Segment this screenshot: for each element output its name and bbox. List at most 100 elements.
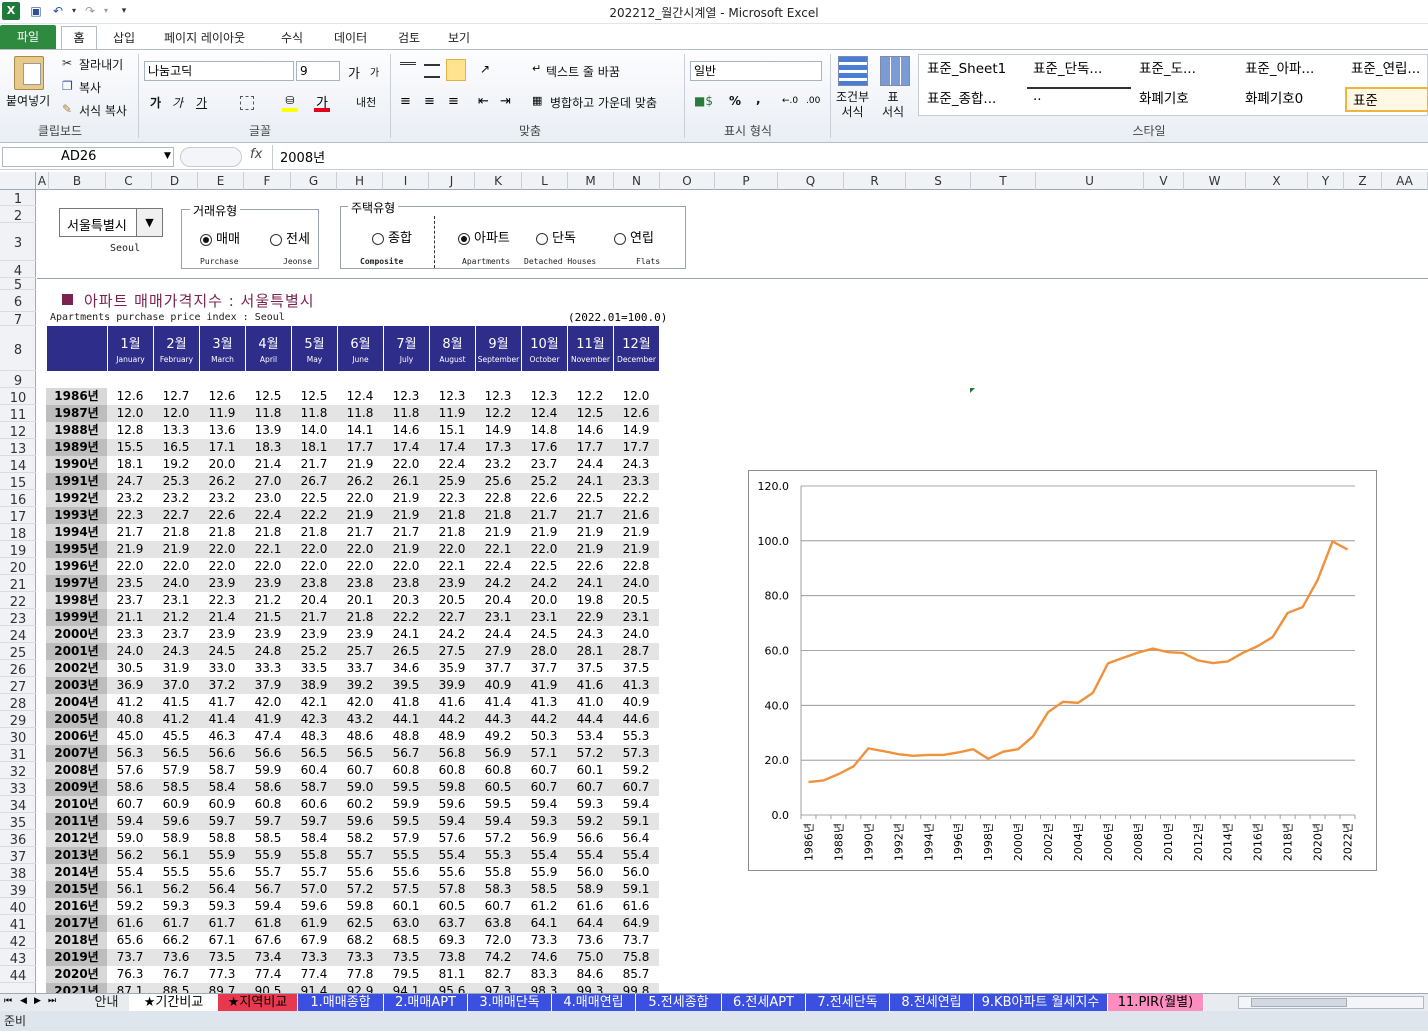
- value-cell[interactable]: 17.7: [613, 439, 659, 456]
- value-cell[interactable]: 12.4: [337, 388, 383, 405]
- phonetic-button[interactable]: 내천: [356, 94, 376, 110]
- conditional-formatting-button[interactable]: 조건부 서식: [836, 90, 869, 120]
- value-cell[interactable]: 64.4: [567, 915, 613, 932]
- value-cell[interactable]: 21.5: [245, 609, 291, 626]
- value-cell[interactable]: 23.9: [429, 575, 475, 592]
- value-cell[interactable]: 20.5: [613, 592, 659, 609]
- value-cell[interactable]: 18.1: [107, 456, 153, 473]
- number-format-combo[interactable]: 일반: [690, 61, 822, 81]
- paste-icon[interactable]: [14, 56, 44, 90]
- value-cell[interactable]: 50.3: [521, 728, 567, 745]
- select-all-corner[interactable]: [0, 172, 36, 190]
- value-cell[interactable]: 25.7: [337, 643, 383, 660]
- name-box-dropdown-icon[interactable]: ▼: [164, 151, 171, 161]
- column-header[interactable]: Y: [1308, 172, 1344, 190]
- value-cell[interactable]: 22.4: [245, 507, 291, 524]
- value-cell[interactable]: 48.8: [383, 728, 429, 745]
- style-item[interactable]: 화폐기호0: [1239, 87, 1343, 112]
- value-cell[interactable]: 48.9: [429, 728, 475, 745]
- value-cell[interactable]: 23.9: [199, 626, 245, 643]
- value-cell[interactable]: 57.2: [567, 745, 613, 762]
- value-cell[interactable]: 59.3: [199, 898, 245, 915]
- value-cell[interactable]: 59.2: [567, 813, 613, 830]
- value-cell[interactable]: 21.2: [153, 609, 199, 626]
- value-cell[interactable]: 12.2: [567, 388, 613, 405]
- value-cell[interactable]: 24.3: [613, 456, 659, 473]
- value-cell[interactable]: 57.6: [107, 762, 153, 779]
- value-cell[interactable]: 77.4: [245, 966, 291, 983]
- value-cell[interactable]: 22.0: [429, 541, 475, 558]
- value-cell[interactable]: 20.4: [475, 592, 521, 609]
- value-cell[interactable]: 45.0: [107, 728, 153, 745]
- border-icon[interactable]: [240, 96, 254, 110]
- row-header[interactable]: 5: [0, 278, 36, 293]
- value-cell[interactable]: 55.9: [521, 864, 567, 881]
- value-cell[interactable]: 69.3: [429, 932, 475, 949]
- value-cell[interactable]: 55.6: [199, 864, 245, 881]
- column-header[interactable]: L: [522, 172, 568, 190]
- year-cell[interactable]: 2019년: [46, 949, 107, 966]
- value-cell[interactable]: 22.0: [521, 541, 567, 558]
- value-cell[interactable]: 59.0: [337, 779, 383, 796]
- column-header[interactable]: Z: [1344, 172, 1382, 190]
- value-cell[interactable]: 37.5: [567, 660, 613, 677]
- sheet-tab[interactable]: ★기간비교: [130, 994, 218, 1011]
- value-cell[interactable]: 21.7: [567, 507, 613, 524]
- value-cell[interactable]: 57.0: [291, 881, 337, 898]
- align-middle-icon[interactable]: [424, 64, 440, 78]
- value-cell[interactable]: 57.6: [429, 830, 475, 847]
- sheet-tab[interactable]: 5.전세종합: [636, 994, 722, 1011]
- column-header[interactable]: H: [337, 172, 383, 190]
- value-cell[interactable]: 59.3: [153, 898, 199, 915]
- value-cell[interactable]: 24.0: [613, 626, 659, 643]
- sheet-tab[interactable]: 4.매매연립: [552, 994, 636, 1011]
- value-cell[interactable]: 60.8: [429, 762, 475, 779]
- merge-center-button[interactable]: 병합하고 가운데 맞춤: [550, 94, 657, 111]
- value-cell[interactable]: 24.3: [153, 643, 199, 660]
- value-cell[interactable]: 44.6: [613, 711, 659, 728]
- value-cell[interactable]: 23.1: [613, 609, 659, 626]
- cut-button[interactable]: 잘라내기: [79, 56, 123, 73]
- value-cell[interactable]: 22.0: [291, 558, 337, 575]
- value-cell[interactable]: 19.8: [567, 592, 613, 609]
- region-dropdown[interactable]: 서울특별시 ▼: [59, 208, 163, 237]
- value-cell[interactable]: 11.8: [337, 405, 383, 422]
- value-cell[interactable]: 74.6: [521, 949, 567, 966]
- value-cell[interactable]: 41.0: [567, 694, 613, 711]
- value-cell[interactable]: 21.7: [291, 609, 337, 626]
- align-bottom-icon[interactable]: [446, 59, 466, 81]
- value-cell[interactable]: 60.8: [383, 762, 429, 779]
- value-cell[interactable]: 59.6: [337, 813, 383, 830]
- decrease-indent-icon[interactable]: ⇤: [478, 94, 489, 109]
- value-cell[interactable]: 11.9: [199, 405, 245, 422]
- value-cell[interactable]: 21.9: [153, 541, 199, 558]
- value-cell[interactable]: 56.9: [521, 830, 567, 847]
- column-header[interactable]: S: [906, 172, 971, 190]
- value-cell[interactable]: 24.4: [567, 456, 613, 473]
- value-cell[interactable]: 59.5: [475, 796, 521, 813]
- value-cell[interactable]: 58.3: [475, 881, 521, 898]
- tab-formulas[interactable]: 수식: [269, 27, 315, 49]
- column-header[interactable]: C: [106, 172, 152, 190]
- year-cell[interactable]: 2018년: [46, 932, 107, 949]
- value-cell[interactable]: 81.1: [429, 966, 475, 983]
- value-cell[interactable]: 61.6: [613, 898, 659, 915]
- value-cell[interactable]: 55.8: [291, 847, 337, 864]
- value-cell[interactable]: 24.0: [107, 643, 153, 660]
- year-cell[interactable]: 1989년: [46, 439, 107, 456]
- value-cell[interactable]: 23.1: [153, 592, 199, 609]
- value-cell[interactable]: 21.9: [383, 541, 429, 558]
- sheet-nav-last-icon[interactable]: ⏭: [48, 996, 56, 1006]
- value-cell[interactable]: 57.2: [475, 830, 521, 847]
- year-cell[interactable]: 1987년: [46, 405, 107, 422]
- tab-view[interactable]: 보기: [436, 27, 482, 49]
- value-cell[interactable]: 12.3: [429, 388, 475, 405]
- value-cell[interactable]: 48.3: [291, 728, 337, 745]
- value-cell[interactable]: 59.4: [521, 796, 567, 813]
- value-cell[interactable]: 82.7: [475, 966, 521, 983]
- sheet-nav-first-icon[interactable]: ⏮: [4, 996, 12, 1006]
- value-cell[interactable]: 37.0: [153, 677, 199, 694]
- year-cell[interactable]: 1992년: [46, 490, 107, 507]
- value-cell[interactable]: 58.5: [153, 779, 199, 796]
- value-cell[interactable]: 60.7: [521, 779, 567, 796]
